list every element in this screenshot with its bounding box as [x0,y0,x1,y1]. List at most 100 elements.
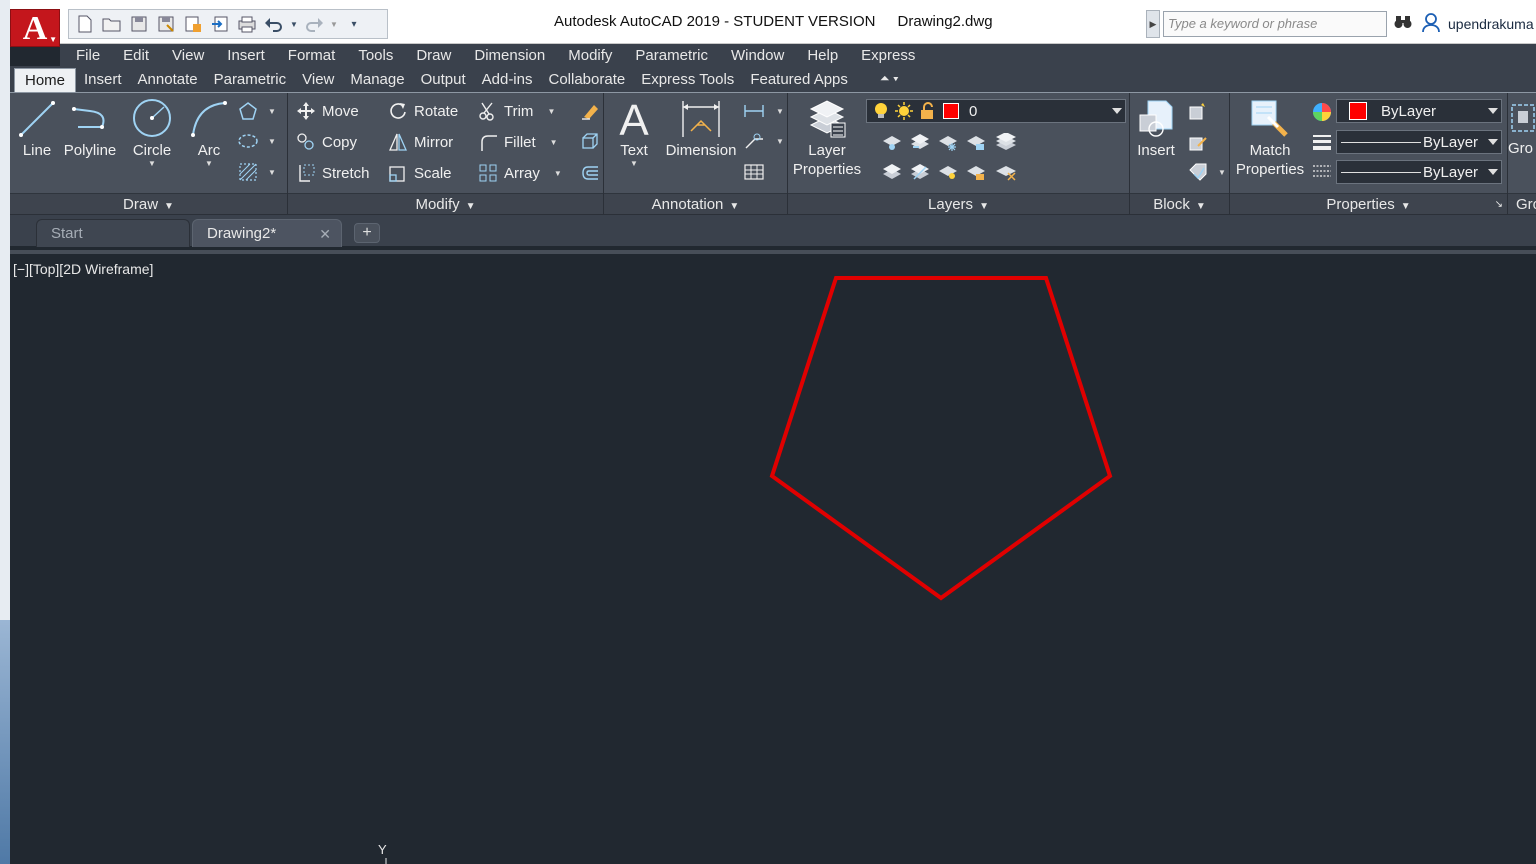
tab-manage[interactable]: Manage [342,71,412,92]
ellipse-button[interactable] [236,129,260,153]
undo-dropdown-chevron-down-icon[interactable]: ▼ [289,12,299,36]
open-from-web-icon[interactable] [181,12,205,36]
menu-insert[interactable]: Insert [227,47,265,64]
tab-collaborate[interactable]: Collaborate [540,71,633,92]
menu-format[interactable]: Format [288,47,336,64]
text-dropdown-chevron-down-icon[interactable]: ▼ [612,160,656,168]
create-block-button[interactable] [1186,99,1210,123]
ribbon-minimize-chevron-icon[interactable]: ⏶ ▾ [856,71,909,92]
dimension-button[interactable]: Dimension [664,97,738,160]
application-menu-button[interactable]: A ▼ [10,9,60,47]
groups-panel-title[interactable]: Gro [1508,193,1536,215]
layer-freeze-button[interactable] [936,130,960,154]
ellipse-dropdown-chevron-down-icon[interactable]: ▼ [268,137,276,146]
redo-dropdown-chevron-down-icon[interactable]: ▼ [329,12,339,36]
properties-panel-title[interactable]: Properties ▼ ↘ [1230,193,1507,215]
circle-button[interactable]: Circle ▼ [128,97,176,168]
tab-drawing2[interactable]: Drawing2* ✕ [192,219,342,247]
edit-attributes-button[interactable] [1186,160,1210,184]
tab-insert[interactable]: Insert [76,71,130,92]
menu-draw[interactable]: Draw [416,47,451,64]
menu-view[interactable]: View [172,47,204,64]
menu-tools[interactable]: Tools [358,47,393,64]
hatch-button[interactable] [236,160,260,184]
array-dropdown-chevron-down-icon[interactable]: ▼ [554,169,562,178]
leader-dropdown-chevron-down-icon[interactable]: ▼ [776,137,784,146]
save-as-icon[interactable] [154,12,178,36]
layer-walk-button[interactable] [908,160,932,184]
tab-view[interactable]: View [294,71,342,92]
properties-dialog-launcher-icon[interactable]: ↘ [1495,194,1503,216]
group-button[interactable]: Gro [1508,97,1536,158]
new-file-icon[interactable] [73,12,97,36]
menu-parametric[interactable]: Parametric [635,47,708,64]
modify-panel-title[interactable]: Modify ▼ [288,193,603,215]
user-account-icon[interactable] [1422,13,1440,33]
tab-output[interactable]: Output [413,71,474,92]
plot-printer-icon[interactable] [235,12,259,36]
layer-isolate-button[interactable] [908,130,932,154]
layer-lock-button[interactable] [964,130,988,154]
insert-block-button[interactable]: Insert [1134,97,1178,160]
polygon-button[interactable] [236,99,260,123]
red-pentagon[interactable] [769,276,1113,601]
stretch-button[interactable]: Stretch [296,161,370,185]
layer-off-button[interactable] [880,130,904,154]
explode-button[interactable] [578,130,602,154]
polyline-button[interactable]: Polyline [62,97,118,160]
new-tab-button[interactable]: + [354,223,380,243]
fillet-dropdown-chevron-down-icon[interactable]: ▼ [550,138,558,147]
layer-thaw-all-button[interactable] [936,160,960,184]
tab-parametric[interactable]: Parametric [206,71,295,92]
color-dropdown[interactable]: ByLayer [1336,99,1502,123]
lineweight-dropdown[interactable]: ByLayer [1336,130,1502,154]
close-icon[interactable]: ✕ [319,220,331,248]
layers-panel-title[interactable]: Layers ▼ [788,193,1129,215]
linetype-button[interactable] [1310,160,1334,184]
arc-dropdown-chevron-down-icon[interactable]: ▼ [186,160,232,168]
trim-button[interactable]: Trim ▼ [478,99,555,123]
user-name[interactable]: upendrakuma [1448,16,1534,32]
menu-help[interactable]: Help [807,47,838,64]
save-to-web-icon[interactable] [208,12,232,36]
drawing-canvas[interactable]: [−][Top][2D Wireframe] Y [10,250,1536,864]
polygon-dropdown-chevron-down-icon[interactable]: ▼ [268,107,276,116]
tab-start[interactable]: Start [36,219,190,247]
layer-previous-button[interactable] [880,160,904,184]
customize-qat-chevron-down-icon[interactable]: ▾ [342,12,366,36]
menu-file[interactable]: File [76,47,100,64]
rotate-button[interactable]: Rotate [388,99,458,123]
tab-express-tools[interactable]: Express Tools [633,71,742,92]
match-properties-button[interactable]: Match Properties [1232,97,1308,179]
circle-dropdown-chevron-down-icon[interactable]: ▼ [128,160,176,168]
attributes-dropdown-chevron-down-icon[interactable]: ▼ [1218,168,1226,177]
binoculars-search-icon[interactable] [1394,14,1412,35]
menu-edit[interactable]: Edit [123,47,149,64]
edit-block-button[interactable] [1186,130,1210,154]
leader-button[interactable] [742,129,766,153]
draw-panel-title[interactable]: Draw ▼ [10,193,287,215]
text-button[interactable]: A Text ▼ [612,97,656,168]
linetype-dropdown[interactable]: ByLayer [1336,160,1502,184]
menu-modify[interactable]: Modify [568,47,612,64]
menu-dimension[interactable]: Dimension [474,47,545,64]
mirror-button[interactable]: Mirror [388,130,453,154]
trim-dropdown-chevron-down-icon[interactable]: ▼ [547,107,555,116]
arc-button[interactable]: Arc ▼ [186,97,232,168]
fillet-button[interactable]: Fillet ▼ [478,130,558,154]
layer-merge-button[interactable] [994,160,1018,184]
tab-annotate[interactable]: Annotate [130,71,206,92]
layer-properties-button[interactable]: Layer Properties [792,97,862,179]
block-panel-title[interactable]: Block ▼ [1130,193,1229,215]
color-wheel-button[interactable] [1310,100,1334,124]
open-folder-icon[interactable] [100,12,124,36]
menu-express[interactable]: Express [861,47,915,64]
table-button[interactable] [742,160,766,184]
layer-unlock-button[interactable] [964,160,988,184]
erase-button[interactable] [578,99,602,123]
copy-button[interactable]: Copy [296,130,357,154]
hatch-dropdown-chevron-down-icon[interactable]: ▼ [268,168,276,177]
tab-add-ins[interactable]: Add-ins [474,71,541,92]
expand-search-chevron-right-icon[interactable]: ▶ [1146,10,1160,38]
scale-button[interactable]: Scale [388,161,452,185]
